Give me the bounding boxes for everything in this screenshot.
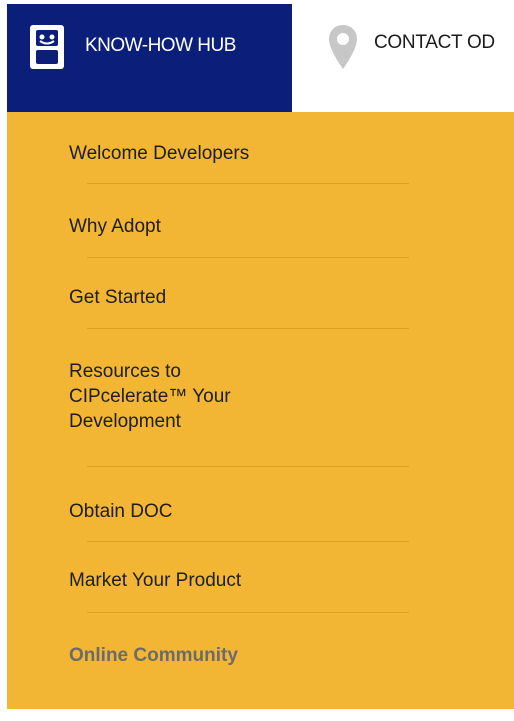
- menu-divider: [87, 328, 409, 329]
- menu-divider: [87, 257, 409, 258]
- dropdown-menu: Welcome Developers Why Adopt Get Started…: [7, 112, 514, 709]
- menu-item-resources[interactable]: Resources to CIPcelerate™ Your Developme…: [69, 359, 409, 434]
- top-navigation: KNOW-HOW HUB CONTACT OD: [0, 0, 514, 112]
- menu-item-why-adopt[interactable]: Why Adopt: [69, 214, 409, 239]
- hub-robot-icon: [29, 24, 65, 70]
- page: KNOW-HOW HUB CONTACT OD Welcome Develope…: [0, 0, 514, 721]
- menu-item-online-community[interactable]: Online Community: [69, 643, 409, 668]
- menu-divider: [87, 466, 409, 467]
- tab-know-how-hub[interactable]: KNOW-HOW HUB: [7, 4, 292, 112]
- menu-item-welcome-developers[interactable]: Welcome Developers: [69, 141, 409, 166]
- tab-label: KNOW-HOW HUB: [85, 35, 236, 56]
- tab-label: CONTACT OD: [374, 32, 495, 53]
- menu-divider: [87, 612, 409, 613]
- menu-item-market-your-product[interactable]: Market Your Product: [69, 568, 409, 593]
- menu-item-get-started[interactable]: Get Started: [69, 285, 409, 310]
- tab-contact[interactable]: CONTACT OD: [328, 24, 495, 74]
- map-pin-icon: [328, 24, 358, 70]
- menu-item-obtain-doc[interactable]: Obtain DOC: [69, 499, 409, 524]
- menu-divider: [87, 183, 409, 184]
- menu-divider: [87, 541, 409, 542]
